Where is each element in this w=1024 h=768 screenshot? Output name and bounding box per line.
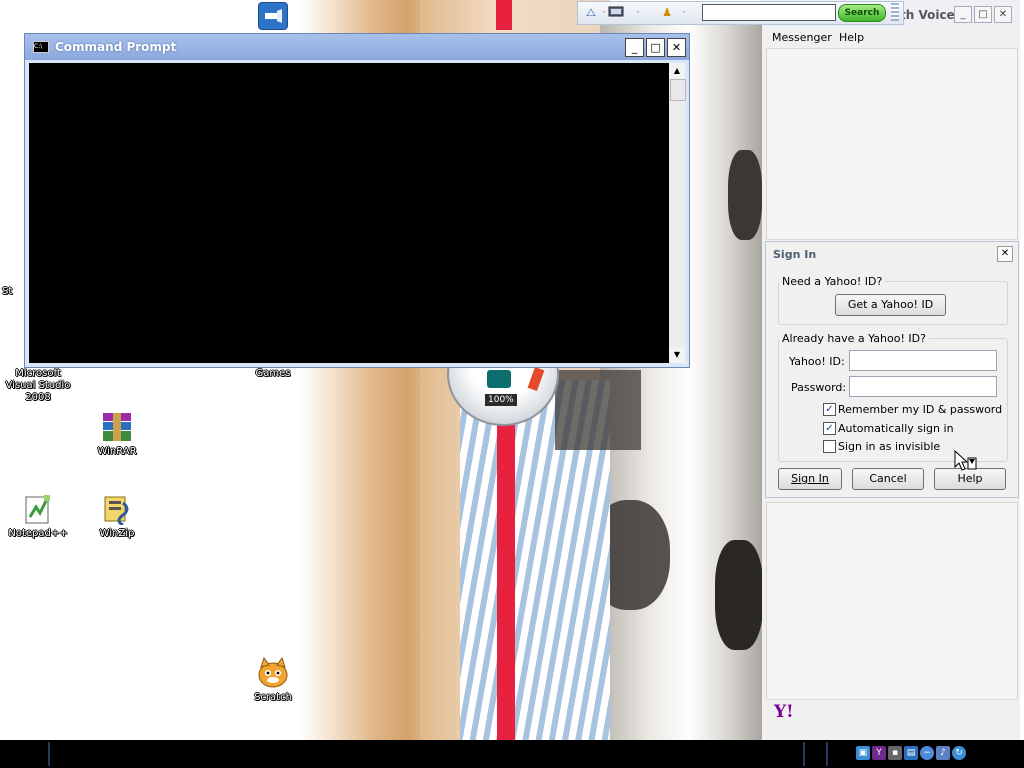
- sign-in-button[interactable]: Sign In: [778, 468, 842, 490]
- messenger-maximize-button[interactable]: □: [974, 6, 992, 23]
- remember-checkbox[interactable]: ✓: [823, 403, 836, 416]
- remember-label: Remember my ID & password: [838, 403, 1003, 416]
- command-prompt-window[interactable]: C:\ Command Prompt _ □ ✕ ▲ ▼: [24, 33, 690, 368]
- messenger-contact-pane: [766, 48, 1018, 240]
- toolbar-search-button[interactable]: Search: [838, 4, 886, 22]
- desktop-icon-winrar[interactable]: WinRAR: [79, 410, 155, 458]
- wallpaper-shadow: [555, 370, 641, 450]
- desktop-icon-label: Microsoft Visual Studio 2008: [5, 368, 71, 403]
- gauge-needle: [487, 370, 511, 388]
- cmd-titlebar[interactable]: C:\ Command Prompt _ □ ✕: [25, 34, 689, 60]
- desktop-icon-label: St: [2, 286, 13, 297]
- tray-network-icon[interactable]: ▣: [856, 746, 870, 760]
- cmd-title: Command Prompt: [55, 40, 177, 54]
- tray-speaker-icon[interactable]: ♪: [936, 746, 950, 760]
- winzip-icon: [100, 492, 134, 526]
- tray-app-icon[interactable]: ▪: [888, 746, 902, 760]
- toolbar-grip-icon[interactable]: [891, 3, 899, 21]
- toolbar-person-icon[interactable]: ♟: [658, 5, 676, 20]
- desktop-icon-visual-studio[interactable]: Microsoft Visual Studio 2008: [0, 368, 76, 404]
- password-label: Password:: [791, 381, 847, 394]
- scroll-down-arrow-icon[interactable]: ▼: [669, 347, 685, 363]
- cmd-minimize-button[interactable]: _: [625, 37, 644, 57]
- get-yahoo-id-button[interactable]: Get a Yahoo! ID: [835, 294, 946, 316]
- menu-messenger[interactable]: Messenger: [772, 31, 832, 44]
- cmd-app-icon: C:\: [33, 41, 49, 53]
- taskbar-divider: [48, 742, 50, 766]
- winrar-icon: [100, 410, 134, 444]
- desktop-icon-scratch[interactable]: Scratch: [235, 656, 311, 704]
- need-id-legend: Need a Yahoo! ID?: [782, 275, 883, 288]
- toolbar-tv-icon[interactable]: [608, 5, 626, 20]
- tray-yahoo-icon[interactable]: Y: [872, 746, 886, 760]
- messenger-title: th Voice: [900, 8, 955, 22]
- desktop-icon-label: Scratch: [254, 692, 292, 703]
- scratch-icon: [256, 656, 290, 690]
- menu-help[interactable]: Help: [839, 31, 864, 44]
- toolbar-dropdown-icon[interactable]: -: [600, 5, 608, 20]
- flashlight-icon: [258, 2, 288, 30]
- sign-in-title: Sign In: [773, 248, 817, 261]
- password-input[interactable]: [849, 376, 997, 397]
- cmd-close-button[interactable]: ✕: [667, 37, 686, 57]
- messenger-minimize-button[interactable]: _: [954, 6, 972, 23]
- sign-in-close-button[interactable]: ✕: [997, 246, 1013, 262]
- cmd-console-area[interactable]: [29, 63, 669, 363]
- notepadpp-icon: [21, 492, 55, 526]
- messenger-lower-pane: [766, 502, 1018, 700]
- search-toolbar: ⧍ - - ♟ - Search: [577, 1, 904, 25]
- taskbar: ▣ Y ▪ ▤ − ♪ ↻: [0, 740, 1024, 768]
- wallpaper-red-stripe-top: [496, 0, 512, 30]
- scroll-up-arrow-icon[interactable]: ▲: [669, 63, 685, 79]
- desktop-icon-label: WinRAR: [97, 446, 137, 457]
- invisible-label: Sign in as invisible: [838, 440, 941, 453]
- yahoo-logo: Y!: [774, 702, 794, 722]
- auto-sign-in-checkbox[interactable]: ✓: [823, 422, 836, 435]
- cancel-button[interactable]: Cancel: [852, 468, 924, 490]
- messenger-menubar: Messenger Help: [762, 28, 1020, 48]
- cmd-maximize-button[interactable]: □: [646, 37, 665, 57]
- desktop-icon-games[interactable]: Games: [235, 368, 311, 380]
- wallpaper-dog-eye-lower: [715, 540, 763, 650]
- already-have-id-legend: Already have a Yahoo! ID?: [782, 332, 926, 345]
- taskbar-divider: [826, 742, 828, 766]
- toolbar-dropdown-icon[interactable]: -: [634, 5, 642, 20]
- gauge-percent: 100%: [485, 394, 517, 406]
- tray-minus-icon[interactable]: −: [920, 746, 934, 760]
- tray-display-icon[interactable]: ▤: [904, 746, 918, 760]
- desktop-icon-label: Notepad++: [8, 528, 68, 539]
- yahoo-id-input[interactable]: [849, 350, 997, 371]
- cmd-scrollbar[interactable]: ▲ ▼: [669, 63, 686, 363]
- auto-sign-in-label: Automatically sign in: [838, 422, 954, 435]
- desktop-icon-label: Games: [255, 368, 291, 379]
- speed-gauge-gadget[interactable]: 100%: [447, 322, 559, 426]
- tray-sync-icon[interactable]: ↻: [952, 746, 966, 760]
- desktop-icon-notepadpp[interactable]: Notepad++: [0, 492, 76, 540]
- yahoo-id-label: Yahoo! ID:: [789, 355, 845, 368]
- invisible-checkbox[interactable]: [823, 440, 836, 453]
- wallpaper-red-stripe: [497, 380, 515, 740]
- toolbar-dropdown-icon[interactable]: -: [680, 5, 688, 20]
- cmd-scroll-thumb[interactable]: [670, 79, 686, 101]
- messenger-close-button[interactable]: ✕: [994, 6, 1012, 23]
- sign-in-dialog[interactable]: Sign In ✕ Need a Yahoo! ID? Get a Yahoo!…: [765, 241, 1019, 498]
- desktop-icon-label: WinZip: [99, 528, 135, 539]
- toolbar-navigate-icon[interactable]: ⧍: [582, 5, 600, 20]
- busy-cursor-icon: [953, 449, 979, 472]
- desktop-icon-partial-top[interactable]: [258, 2, 288, 32]
- wallpaper-dog-eye: [728, 150, 762, 240]
- toolbar-search-input[interactable]: [702, 4, 836, 21]
- desktop-icon-winzip[interactable]: WinZip: [79, 492, 155, 540]
- taskbar-divider: [803, 742, 805, 766]
